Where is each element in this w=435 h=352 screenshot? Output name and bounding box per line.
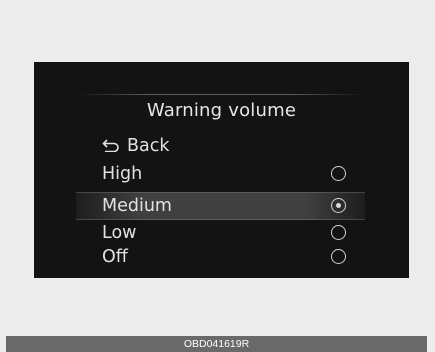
option-off[interactable]: Off [76,244,365,270]
radio-off[interactable] [331,249,346,264]
back-arrow-icon [102,139,119,152]
back-button[interactable]: Back [76,133,365,159]
radio-medium[interactable] [331,198,346,213]
display-screen: Warning volume Back High Medium Low Off [34,62,409,278]
option-high[interactable]: High [76,161,365,187]
menu-title: Warning volume [146,100,297,121]
divider [76,94,365,95]
option-low[interactable]: Low [76,220,365,246]
option-label: High [102,164,143,184]
option-label: Low [102,223,137,243]
option-label: Off [102,247,128,267]
radio-high[interactable] [331,166,346,181]
image-code-caption: OBD041619R [6,336,427,352]
option-label: Medium [102,196,172,216]
radio-low[interactable] [331,225,346,240]
back-label: Back [127,136,170,156]
option-medium[interactable]: Medium [76,192,365,220]
